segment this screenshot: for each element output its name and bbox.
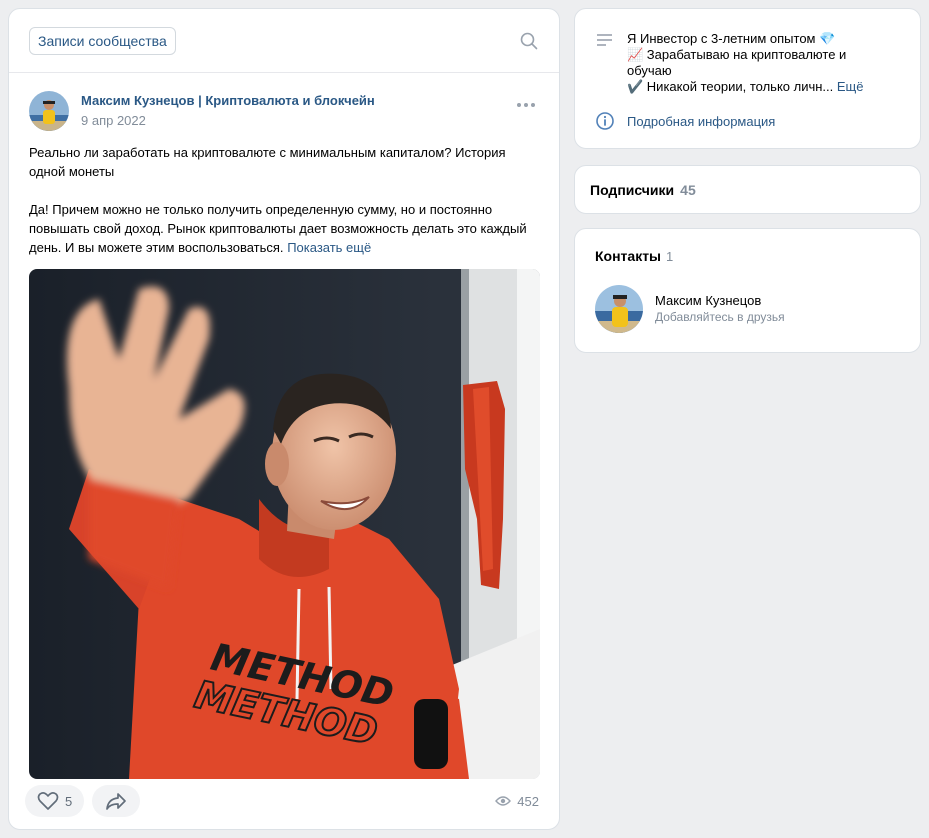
- about-line: ✔️ Никакой теории, только личн...: [627, 79, 834, 94]
- views-count: 452: [517, 793, 539, 809]
- heart-icon: [37, 792, 59, 810]
- info-icon: [595, 111, 615, 131]
- search-icon[interactable]: [519, 31, 539, 51]
- post-paragraph: Да! Причем можно не только получить опре…: [29, 202, 527, 255]
- post: Максим Кузнецов | Криптовалюта и блокчей…: [9, 73, 559, 779]
- description-icon: [595, 31, 615, 51]
- post-actions: 5 452: [25, 785, 539, 817]
- contact-name[interactable]: Максим Кузнецов: [655, 292, 785, 309]
- subscribers-card[interactable]: Подписчики 45: [574, 165, 921, 214]
- post-author-block: Максим Кузнецов | Криптовалюта и блокчей…: [29, 89, 539, 133]
- post-more-icon[interactable]: [517, 103, 535, 107]
- about-line: Я Инвестор с 3-летним опытом 💎: [627, 31, 836, 46]
- author-avatar[interactable]: [29, 91, 69, 131]
- about-more-link[interactable]: Ещё: [837, 79, 864, 94]
- show-more-link[interactable]: Показать ещё: [287, 240, 371, 255]
- share-icon: [106, 793, 127, 810]
- subscribers-title[interactable]: Подписчики: [590, 182, 674, 198]
- tab-community-posts[interactable]: Записи сообщества: [29, 26, 176, 55]
- posts-header: Записи сообщества: [9, 9, 559, 73]
- contact-subtitle: Добавляйтесь в друзья: [655, 310, 785, 324]
- details-link[interactable]: Подробная информация: [595, 111, 775, 131]
- contact-item[interactable]: Максим Кузнецов Добавляйтесь в друзья: [595, 285, 785, 333]
- post-date[interactable]: 9 апр 2022: [81, 112, 375, 130]
- contacts-title[interactable]: Контакты: [595, 248, 661, 264]
- about-line: обучаю: [627, 63, 672, 78]
- like-button[interactable]: 5: [25, 785, 85, 817]
- about-description: Я Инвестор с 3-летним опытом 💎 📈 Зарабат…: [627, 31, 887, 95]
- contact-avatar[interactable]: [595, 285, 643, 333]
- about-line: 📈 Зарабатываю на криптовалюте и: [627, 47, 847, 62]
- like-count: 5: [65, 793, 73, 809]
- views-counter: 452: [495, 794, 539, 809]
- eye-icon: [495, 796, 512, 806]
- contacts-count: 1: [666, 249, 674, 264]
- post-text: Реально ли заработать на криптовалюте с …: [29, 143, 534, 257]
- contacts-card: Контакты 1 Максим Кузнецов Добавляйтесь …: [574, 228, 921, 353]
- details-link-label[interactable]: Подробная информация: [627, 114, 775, 129]
- community-posts-card: Записи сообщества Максим Кузнецов | Крип…: [8, 8, 560, 830]
- about-card: Я Инвестор с 3-летним опытом 💎 📈 Зарабат…: [574, 8, 921, 149]
- subscribers-count: 45: [680, 181, 696, 198]
- share-button[interactable]: [92, 785, 141, 817]
- post-photo[interactable]: METHOD METHOD: [29, 269, 540, 779]
- post-author-name[interactable]: Максим Кузнецов | Криптовалюта и блокчей…: [81, 92, 375, 110]
- post-paragraph: Реально ли заработать на криптовалюте с …: [29, 145, 506, 179]
